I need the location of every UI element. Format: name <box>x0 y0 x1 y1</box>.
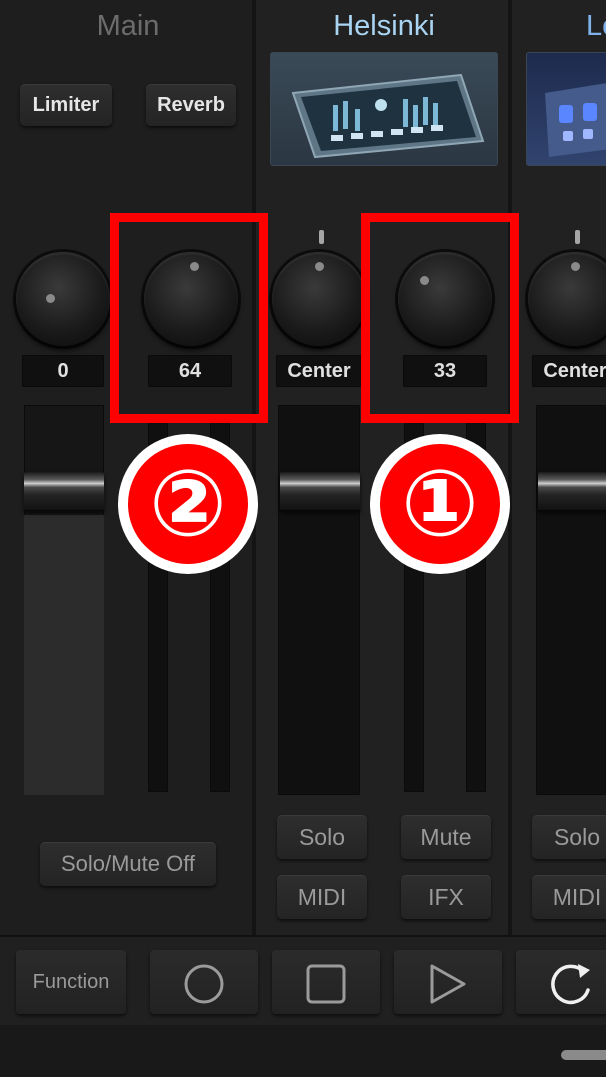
instrument-thumbnail-third[interactable] <box>526 52 606 166</box>
helsinki-ifx-button[interactable]: IFX <box>401 875 491 919</box>
helsinki-mute-button[interactable]: Mute <box>401 815 491 859</box>
limiter-button[interactable]: Limiter <box>20 84 112 126</box>
step-badge-1: ① <box>370 434 510 574</box>
third-fader-handle[interactable] <box>538 472 606 510</box>
channel-title-main: Main <box>96 10 160 42</box>
loop-icon <box>551 964 590 1005</box>
main-volume-readout: 0 <box>22 355 104 387</box>
reverb-button[interactable]: Reverb <box>146 84 236 126</box>
highlight-box-1 <box>361 213 519 423</box>
loop-button[interactable] <box>516 950 606 1014</box>
helsinki-fader-track <box>278 405 360 795</box>
helsinki-pan-knob[interactable] <box>272 252 366 346</box>
stop-icon <box>306 964 346 1004</box>
main-fader-handle[interactable] <box>24 472 104 510</box>
knob-center-tick <box>319 230 324 244</box>
play-icon <box>430 964 466 1004</box>
controller-device-icon <box>545 83 606 157</box>
helsinki-solo-button[interactable]: Solo <box>277 815 367 859</box>
highlight-box-2 <box>110 213 268 423</box>
instrument-thumbnail-helsinki[interactable] <box>270 52 498 166</box>
step-badge-2: ② <box>118 434 258 574</box>
function-button[interactable]: Function <box>16 950 126 1014</box>
main-fader-track <box>24 405 104 795</box>
third-fader-track <box>536 405 606 795</box>
record-button[interactable] <box>150 950 258 1014</box>
knob-center-tick <box>575 230 580 244</box>
main-fader-level <box>24 515 104 795</box>
solo-mute-off-button[interactable]: Solo/Mute Off <box>40 842 216 886</box>
third-solo-button[interactable]: Solo <box>532 815 606 859</box>
synth-device-icon <box>291 73 485 159</box>
play-button[interactable] <box>394 950 502 1014</box>
record-icon <box>184 964 224 1004</box>
third-pan-readout: Center <box>532 355 606 387</box>
helsinki-fader-handle[interactable] <box>280 472 360 510</box>
helsinki-midi-button[interactable]: MIDI <box>277 875 367 919</box>
home-indicator[interactable] <box>561 1050 606 1060</box>
channel-title-third[interactable]: Lo <box>586 6 606 46</box>
third-midi-button[interactable]: MIDI <box>532 875 606 919</box>
main-volume-knob[interactable] <box>16 252 110 346</box>
helsinki-pan-readout: Center <box>276 355 362 387</box>
channel-title-helsinki[interactable]: Helsinki <box>256 6 512 46</box>
stop-button[interactable] <box>272 950 380 1014</box>
